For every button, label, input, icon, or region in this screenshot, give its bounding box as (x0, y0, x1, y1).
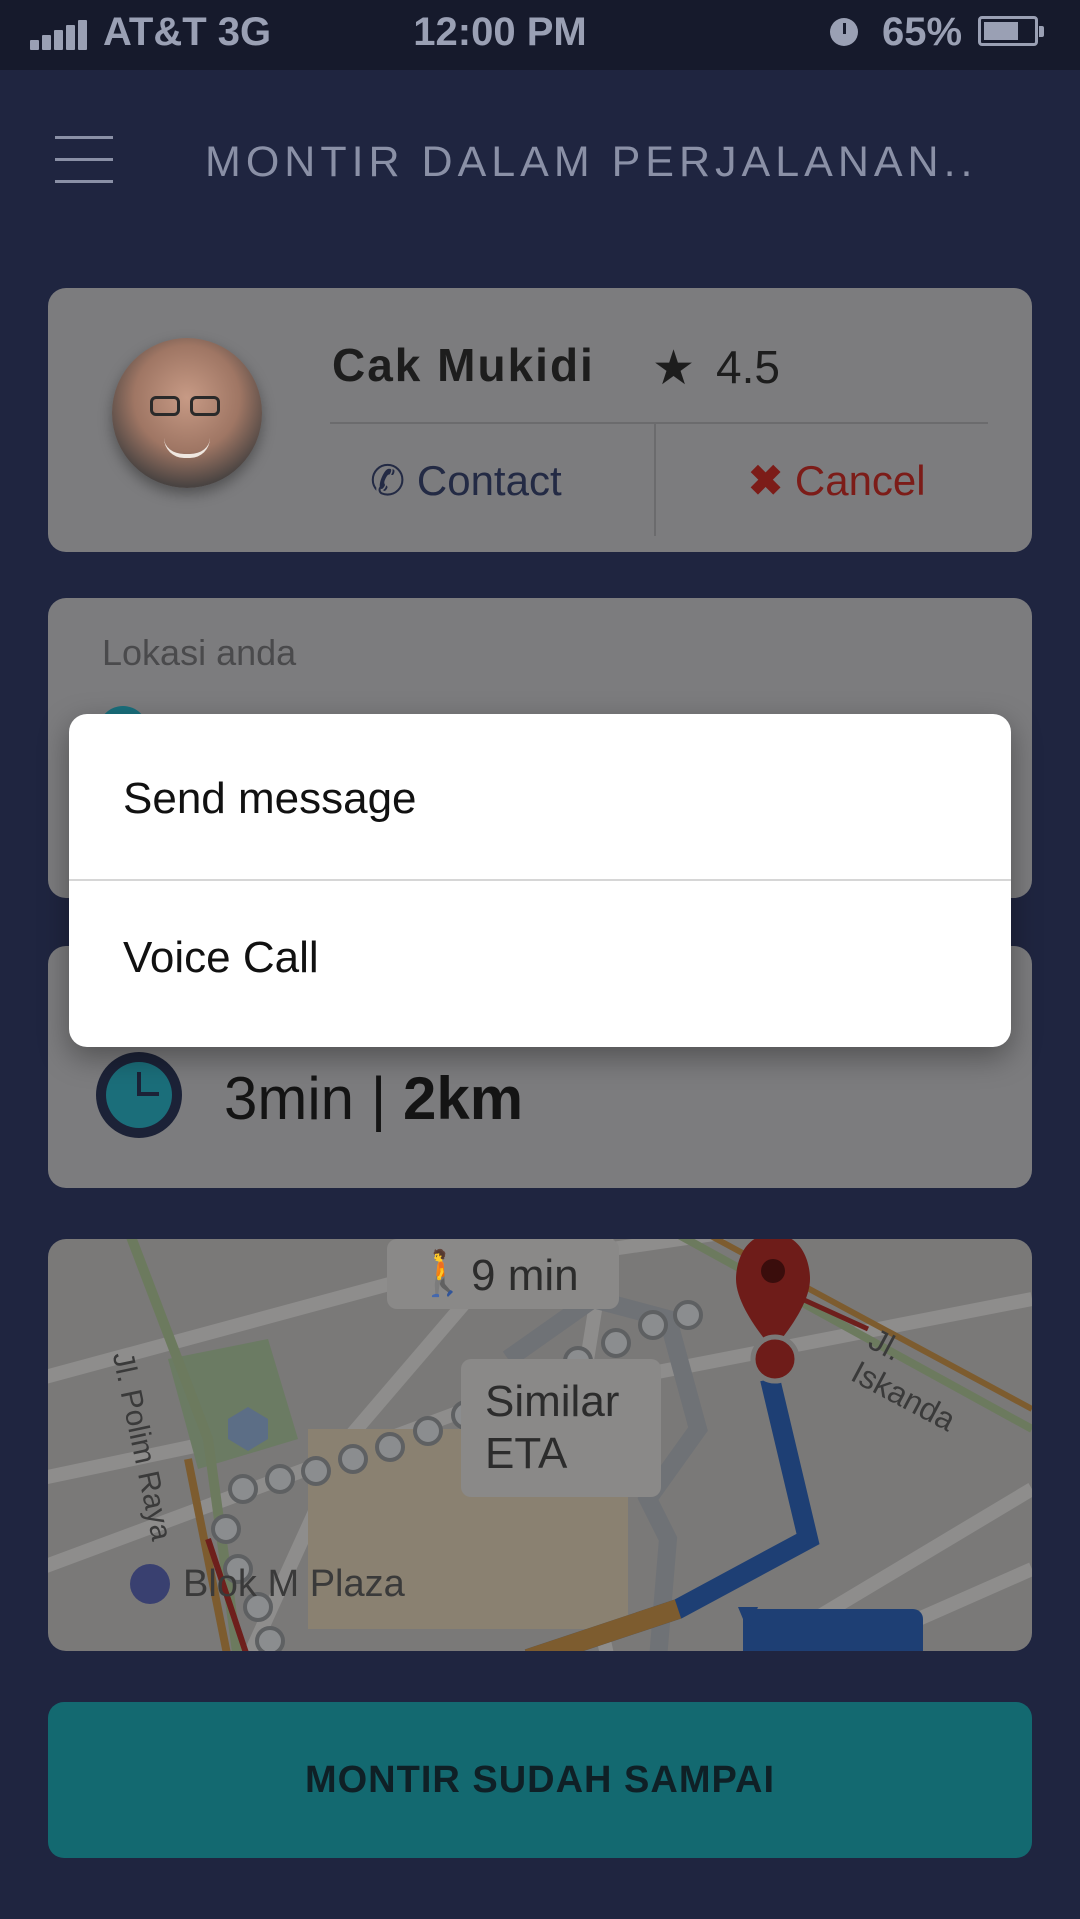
nav-bar: MONTIR DALAM PERJALANAN.. (0, 70, 1080, 250)
similar-eta-badge: Similar ETA (461, 1359, 661, 1497)
status-bar: AT&T 3G 12:00 PM 65% (0, 0, 1080, 70)
map-view[interactable]: 🚶 9 min Similar ETA Blok M Plaza Jl. Pol… (48, 1239, 1032, 1651)
similar-eta-line1: Similar (485, 1377, 620, 1426)
arrived-button[interactable]: MONTIR SUDAH SAMPAI (48, 1702, 1032, 1858)
alarm-icon (830, 18, 858, 46)
place-label: Blok M Plaza (183, 1563, 405, 1605)
avatar (112, 338, 262, 488)
divider (654, 424, 656, 536)
contact-button[interactable]: ✆ Contact (370, 456, 562, 505)
cancel-button[interactable]: ✖ Cancel (748, 456, 926, 505)
star-icon: ★ (652, 342, 696, 395)
page-title: MONTIR DALAM PERJALANAN.. (205, 138, 978, 186)
clock-icon (96, 1052, 182, 1138)
divider (330, 422, 988, 424)
voice-call-label: Voice Call (123, 933, 319, 982)
mechanic-rating: 4.5 (716, 341, 780, 393)
battery-percent: 65% (882, 10, 963, 54)
eta-time: 3min (224, 1065, 355, 1132)
menu-icon[interactable] (55, 136, 113, 184)
contact-options-sheet: Send message Voice Call (69, 714, 1011, 1047)
walk-time-badge: 🚶 9 min (387, 1239, 619, 1309)
cancel-label: Cancel (794, 457, 926, 504)
location-label: Lokasi anda (102, 632, 297, 673)
mechanic-card: Cak Mukidi ★ 4.5 ✆ Contact ✖ Cancel (48, 288, 1032, 552)
eta-readout: 3min | 2km (224, 1064, 523, 1133)
send-message-label: Send message (123, 774, 417, 823)
close-icon: ✖ (748, 457, 784, 504)
phone-icon: ✆ (370, 457, 406, 504)
battery-icon (978, 16, 1044, 46)
similar-eta-line2: ETA (485, 1429, 568, 1478)
eta-distance: 2km (403, 1065, 524, 1132)
walk-icon: 🚶 (415, 1249, 470, 1298)
contact-label: Contact (416, 457, 562, 504)
mechanic-name: Cak Mukidi (332, 339, 595, 391)
send-message-option[interactable]: Send message (69, 714, 1011, 874)
voice-call-option[interactable]: Voice Call (69, 881, 1011, 1041)
walk-time-label: 9 min (471, 1251, 579, 1300)
eta-separator: | (370, 1065, 387, 1132)
